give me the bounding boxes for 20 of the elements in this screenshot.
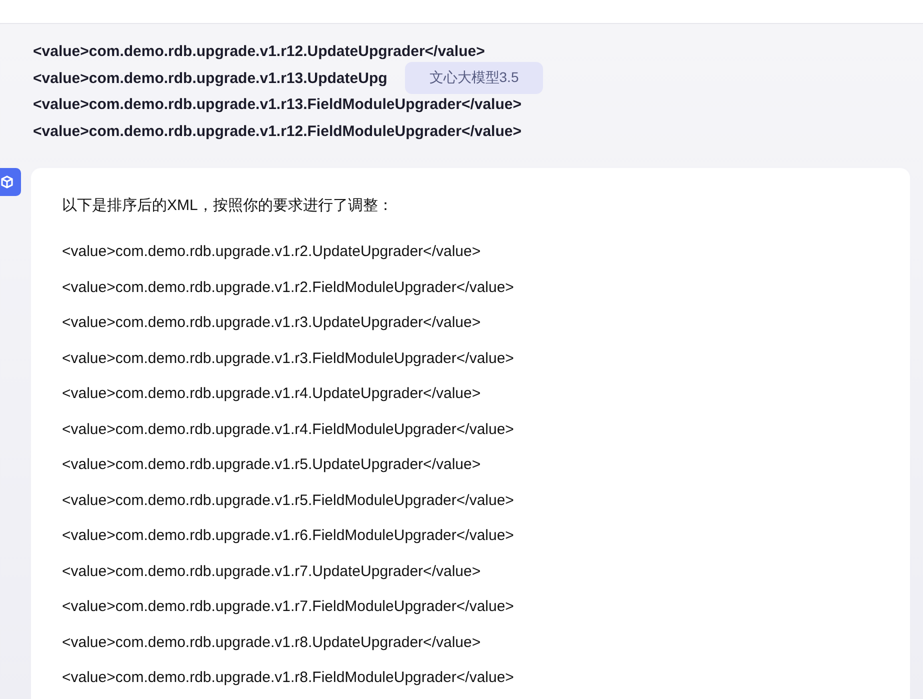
reply-code-line: <value>com.demo.rdb.upgrade.v1.r6.FieldModuleUpgrader</value> xyxy=(62,526,515,546)
reply-code-line: <value>com.demo.rdb.upgrade.v1.r8.UpdateUpgrader</value> xyxy=(62,632,482,652)
reply-code-line: <value>com.demo.rdb.upgrade.v1.r2.UpdateUpgrader</value> xyxy=(62,242,482,262)
reply-code-line: <value>com.demo.rdb.upgrade.v1.r5.UpdateUpgrader</value> xyxy=(62,455,482,475)
reply-code-line: <value>com.demo.rdb.upgrade.v1.r3.UpdateUpgrader</value> xyxy=(62,313,482,333)
reply-code-line: <value>com.demo.rdb.upgrade.v1.r7.FieldModuleUpgrader</value> xyxy=(62,597,515,617)
reply-code-line: <value>com.demo.rdb.upgrade.v1.r7.UpdateUpgrader</value> xyxy=(62,562,482,582)
user-message-line: <value>com.demo.rdb.upgrade.v1.r12.FieldModuleUpgrader</value> xyxy=(33,122,522,142)
user-message-line: <value>com.demo.rdb.upgrade.v1.r13.FieldModuleUpgrader</value> xyxy=(33,95,522,115)
model-tooltip: 文心大模型3.5 xyxy=(405,62,543,94)
bot-avatar-icon xyxy=(0,168,21,196)
reply-code-line: <value>com.demo.rdb.upgrade.v1.r5.FieldModuleUpgrader</value> xyxy=(62,490,515,510)
reply-code-line: <value>com.demo.rdb.upgrade.v1.r4.UpdateUpgrader</value> xyxy=(62,384,482,404)
reply-code-line: <value>com.demo.rdb.upgrade.v1.r3.FieldModuleUpgrader</value> xyxy=(62,348,515,368)
reply-code-line: <value>com.demo.rdb.upgrade.v1.r8.FieldModuleUpgrader</value> xyxy=(62,668,515,688)
reply-code-line: <value>com.demo.rdb.upgrade.v1.r4.FieldModuleUpgrader</value> xyxy=(62,420,515,440)
reply-code-line: <value>com.demo.rdb.upgrade.v1.r2.FieldModuleUpgrader</value> xyxy=(62,278,515,298)
reply-intro: 以下是排序后的XML，按照你的要求进行了调整： xyxy=(62,196,394,216)
user-message-line: <value>com.demo.rdb.upgrade.v1.r12.UpdateUpgrader</value> xyxy=(33,42,485,62)
user-message-line: <value>com.demo.rdb.upgrade.v1.r13.UpdateUpg xyxy=(33,68,388,88)
